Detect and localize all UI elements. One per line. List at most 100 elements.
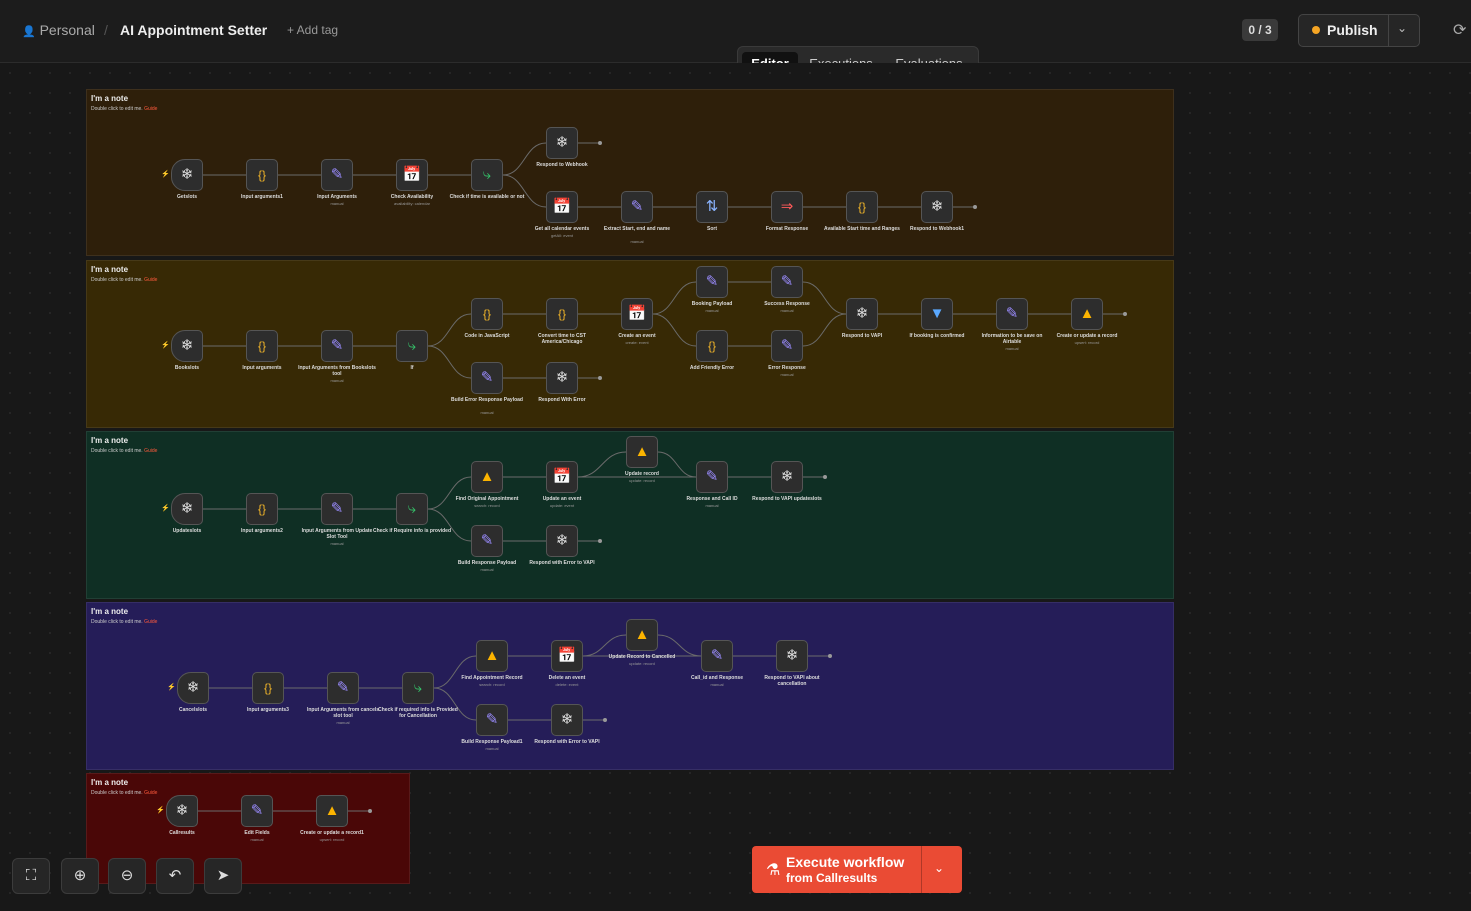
chevron-down-icon[interactable]: ⌄ — [1397, 21, 1407, 35]
workflow-node[interactable]: ✎ — [321, 493, 353, 525]
node-label: Input Arguments from cancels slot tool — [306, 707, 380, 719]
workflow-node[interactable]: ⤷ — [396, 493, 428, 525]
workflow-node[interactable]: {} — [252, 672, 284, 704]
execute-workflow-button[interactable]: ⚗ Execute workflow from Callresults ⌄ — [752, 846, 962, 893]
workflow-node[interactable]: ✎ — [327, 672, 359, 704]
expand-icon: ⛶ — [25, 867, 37, 884]
workflow-node[interactable]: ✎ — [241, 795, 273, 827]
workflow-node[interactable]: ✎ — [771, 266, 803, 298]
workflow-node[interactable]: ✎ — [771, 330, 803, 362]
node-label: If booking is confirmed — [909, 333, 965, 339]
workflow-node[interactable]: ❄ — [846, 298, 878, 330]
workflow-node[interactable]: {} — [246, 330, 278, 362]
node-label: Sort — [707, 226, 717, 232]
connection-line — [582, 634, 627, 657]
node-label: Create or update a record — [1056, 333, 1118, 339]
workflow-node[interactable]: ❄ — [171, 493, 203, 525]
workflow-node[interactable]: ✎ — [701, 640, 733, 672]
zoom-out-icon: ⊖ — [120, 867, 134, 884]
workflow-node[interactable]: ✎ — [471, 362, 503, 394]
code-icon: {} — [257, 339, 266, 353]
node-subtitle: create: event — [625, 340, 649, 345]
zoom-out-button[interactable]: ⊖ — [108, 858, 146, 894]
workflow-node[interactable]: ▼ — [921, 298, 953, 330]
workflow-node[interactable]: ✎ — [996, 298, 1028, 330]
workflow-canvas[interactable]: I'm a note Double click to edit me. Guide… — [0, 63, 1471, 911]
workflow-node[interactable]: ✎ — [696, 266, 728, 298]
workflow-node[interactable]: ❄ — [171, 159, 203, 191]
workflow-node[interactable]: ❄ — [771, 461, 803, 493]
edit-icon: ✎ — [705, 468, 719, 485]
workflow-node[interactable]: ▲ — [1071, 298, 1103, 330]
workflow-node[interactable]: ▲ — [316, 795, 348, 827]
publish-button[interactable]: Publish ⌄ — [1298, 14, 1420, 47]
workflow-node[interactable]: {} — [246, 493, 278, 525]
edit-icon: ✎ — [250, 802, 264, 819]
node-label: Build Response Payload1 — [461, 739, 523, 745]
node-subtitle: search: record — [479, 682, 505, 687]
workflow-node[interactable]: ✎ — [621, 191, 653, 223]
workflow-node[interactable]: ⇒ — [771, 191, 803, 223]
fit-view-button[interactable]: ⛶ — [12, 858, 50, 894]
workflow-node[interactable]: ❄ — [776, 640, 808, 672]
workflow-node[interactable]: ✎ — [471, 525, 503, 557]
node-label: Callresults — [169, 830, 195, 836]
node-label: Bookslots — [174, 365, 200, 371]
workflow-node[interactable]: ❄ — [551, 704, 583, 736]
node-label: Updateslots — [172, 528, 202, 534]
webhook-icon: ❄ — [186, 679, 200, 696]
workflow-node[interactable]: ⤷ — [471, 159, 503, 191]
workflow-node[interactable]: ❄ — [166, 795, 198, 827]
code-icon: {} — [263, 681, 272, 695]
zoom-in-button[interactable]: ⊕ — [61, 858, 99, 894]
workflow-node[interactable]: ❄ — [177, 672, 209, 704]
undo-icon: ↶ — [168, 867, 182, 884]
workflow-node[interactable]: 📅 — [396, 159, 428, 191]
workflow-title[interactable]: AI Appointment Setter — [120, 22, 267, 38]
history-icon[interactable]: ⟳ — [1453, 20, 1466, 40]
workflow-node[interactable]: {} — [846, 191, 878, 223]
workflow-node[interactable]: ❄ — [921, 191, 953, 223]
workflow-node[interactable]: ✎ — [696, 461, 728, 493]
workflow-node[interactable]: ▲ — [471, 461, 503, 493]
chevron-down-icon[interactable]: ⌄ — [934, 861, 944, 875]
output-handle — [603, 718, 607, 722]
edit-icon: ✎ — [330, 337, 344, 354]
workflow-node[interactable]: {} — [546, 298, 578, 330]
workflow-node[interactable]: {} — [471, 298, 503, 330]
edit-icon: ✎ — [1005, 305, 1019, 322]
node-subtitle: delete: event — [555, 682, 579, 687]
workflow-node[interactable]: ⤷ — [402, 672, 434, 704]
workflow-node[interactable]: ❄ — [546, 525, 578, 557]
connection-line — [502, 142, 547, 176]
workflow-node[interactable]: ✎ — [476, 704, 508, 736]
workflow-node[interactable]: ▲ — [476, 640, 508, 672]
workflow-node[interactable]: {} — [246, 159, 278, 191]
workflow-node[interactable]: 📅 — [546, 191, 578, 223]
node-label: Respond with Error to VAPI — [529, 560, 595, 566]
workflow-node[interactable]: 📅 — [551, 640, 583, 672]
trigger-bolt-icon: ⚡ — [167, 684, 176, 691]
node-label: Code in JavaScript — [464, 333, 510, 339]
workflow-node[interactable]: ❄ — [546, 127, 578, 159]
workflow-node[interactable]: ✎ — [321, 330, 353, 362]
workspace-breadcrumb[interactable]: 👤 Personal — [22, 22, 95, 38]
node-label: Check if time is available or not — [449, 194, 525, 200]
node-label: Respond With Error — [538, 397, 586, 403]
workflow-node[interactable]: ▲ — [626, 619, 658, 651]
node-label: Extract Start, end and name — [603, 226, 671, 232]
workflow-node[interactable]: ▲ — [626, 436, 658, 468]
calendar-icon: 📅 — [557, 647, 577, 664]
undo-button[interactable]: ↶ — [156, 858, 194, 894]
workflow-node[interactable]: ❄ — [171, 330, 203, 362]
workflow-node[interactable]: 📅 — [621, 298, 653, 330]
workflow-node[interactable]: ❄ — [546, 362, 578, 394]
add-tag-button[interactable]: + Add tag — [287, 23, 338, 37]
workflow-node[interactable]: ⤷ — [396, 330, 428, 362]
trigger-bolt-icon: ⚡ — [156, 807, 165, 814]
workflow-node[interactable]: ✎ — [321, 159, 353, 191]
workflow-node[interactable]: ⇅ — [696, 191, 728, 223]
tidy-up-button[interactable]: ➤ — [204, 858, 242, 894]
workflow-node[interactable]: {} — [696, 330, 728, 362]
workflow-node[interactable]: 📅 — [546, 461, 578, 493]
